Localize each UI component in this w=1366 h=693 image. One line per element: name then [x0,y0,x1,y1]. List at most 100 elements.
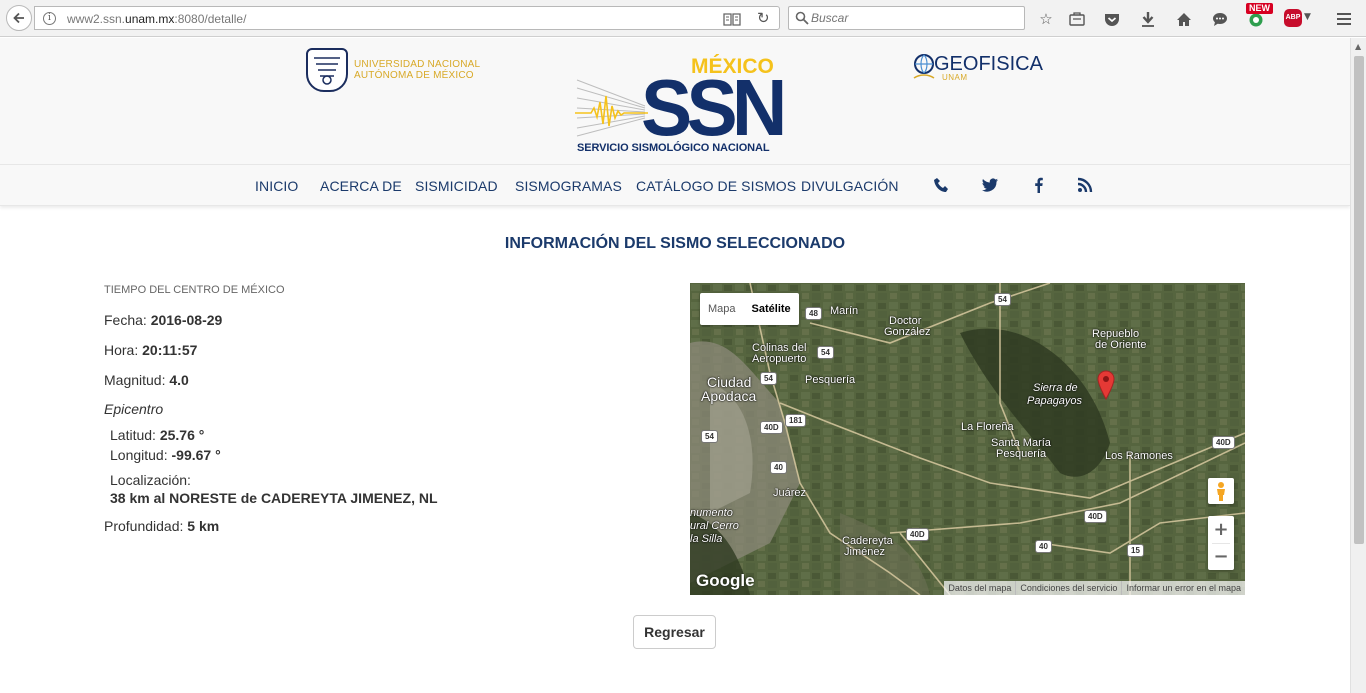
highway-shield: 40D [760,421,783,434]
phone-icon[interactable] [933,176,951,194]
back-button[interactable]: Regresar [633,615,716,649]
highway-shield: 54 [994,293,1011,306]
bookmark-star-icon[interactable]: ☆ [1036,9,1056,29]
geofisica-sub: UNAM [942,73,968,82]
url-text[interactable]: www2.ssn.unam.mx:8080/detalle/ [67,11,246,27]
site-header: UNIVERSIDAD NACIONAL AUTÓNOMA DE MÉXICO … [0,38,1350,164]
rss-icon[interactable] [1076,176,1094,194]
nav-inicio[interactable]: INICIO [255,178,298,194]
fecha-label: Fecha: [104,312,151,328]
localizacion-text: 38 km al NORESTE de CADEREYTA JIMENEZ, N… [110,490,438,506]
nav-catalogo-de-sismos[interactable]: CATÁLOGO DE SISMOS [636,178,796,194]
profundidad-row: Profundidad: 5 km [104,518,219,534]
new-badge: NEW [1246,3,1273,14]
latitud-label: Latitud: [110,427,160,443]
latitud-value: 25.76 ° [159,427,205,443]
map-data-link[interactable]: Datos del mapa [944,581,1015,595]
twitter-icon[interactable] [981,176,999,194]
google-logo[interactable]: Google [696,571,755,591]
report-error-link[interactable]: Informar un error en el mapa [1121,581,1245,595]
main-nav: INICIO ACERCA DE SISMICIDAD SISMOGRAMAS … [0,164,1350,206]
map-type-control: Mapa Satélite [700,293,799,325]
reader-view-icon[interactable] [723,12,741,31]
map-label-marin: Marín [830,305,859,317]
terms-link[interactable]: Condiciones del servicio [1015,581,1121,595]
map-type-mapa[interactable]: Mapa [700,293,744,325]
localizacion-label: Localización: [110,472,191,488]
map-attribution: Datos del mapa Condiciones del servicio … [944,581,1245,595]
menu-hamburger-icon[interactable] [1334,9,1354,29]
highway-shield: 54 [817,346,834,359]
chat-icon[interactable] [1210,9,1230,29]
adblock-plus-icon[interactable]: ABP [1284,9,1302,27]
address-bar[interactable]: i www2.ssn.unam.mx:8080/detalle/ ↻ [34,6,780,30]
home-icon[interactable] [1174,9,1194,29]
hora-label: Hora: [104,342,143,358]
fecha-row: Fecha: 2016-08-29 [104,312,222,328]
map-pin-icon[interactable] [1097,370,1115,400]
epicenter-map[interactable]: Mapa Satélite Marín Doctor González Repu… [690,283,1245,595]
highway-shield: 40D [1212,436,1235,449]
map-label-repueblo-2: de Oriente [1095,339,1147,351]
unam-shield-icon [306,48,348,92]
longitud-label: Longitud: [110,447,172,463]
map-label-sierra-2: Papagayos [1027,395,1083,407]
map-label-santa-maria-2: Pesquería [996,448,1047,460]
localizacion-value: 38 km al NORESTE de CADEREYTA JIMENEZ, N… [110,490,438,506]
unam-name-line1: UNIVERSIDAD NACIONAL [354,59,481,70]
download-icon[interactable] [1138,9,1158,29]
map-type-satelite[interactable]: Satélite [744,293,799,325]
search-input[interactable] [811,9,1011,27]
scrollbar-thumb[interactable] [1354,56,1364,544]
page-scrollbar[interactable]: ▲ [1350,38,1366,693]
zoom-control: + − [1208,516,1234,570]
street-view-pegman-icon[interactable] [1208,478,1234,504]
map-label-cadereyta-2: Jiménez [844,546,885,558]
seismogram-icon [575,79,648,137]
profundidad-value: 5 km [187,518,220,534]
facebook-icon[interactable] [1030,176,1048,194]
ssn-full-name: SERVICIO SISMOLÓGICO NACIONAL [577,142,770,154]
site-info-icon[interactable]: i [43,12,56,25]
highway-shield: 40 [770,461,787,474]
highway-shield: 40D [1084,510,1107,523]
map-label-monumento-2: ural Cerro [690,520,739,532]
longitud-value: -99.67 ° [171,447,221,463]
pocket-icon[interactable] [1102,9,1122,29]
zoom-in-button[interactable]: + [1208,516,1234,543]
unam-name: UNIVERSIDAD NACIONAL AUTÓNOMA DE MÉXICO [354,59,480,81]
map-label-sierra-1: Sierra de [1033,382,1078,394]
geofisica-logo[interactable]: GEOFISICA UNAM [912,50,1043,86]
map-label-colinas-2: Aeropuerto [752,353,807,365]
nav-acerca-de[interactable]: ACERCA DE [320,178,402,194]
map-label-la-florena: La Floreña [961,421,1014,433]
map-label-juarez: Juárez [773,487,807,499]
unam-name-line2: AUTÓNOMA DE MÉXICO [354,70,474,81]
map-label-pesqueria: Pesquería [805,374,856,386]
highway-shield: 40D [906,528,929,541]
highway-shield: 40 [1035,540,1052,553]
epicentro-heading: Epicentro [104,401,164,417]
magnitud-row: Magnitud: 4.0 [104,372,189,388]
nav-sismogramas[interactable]: SISMOGRAMAS [515,178,622,194]
zoom-out-button[interactable]: − [1208,543,1234,570]
back-arrow-icon[interactable] [6,5,32,31]
reload-icon[interactable]: ↻ [757,9,770,27]
unam-logo[interactable]: UNIVERSIDAD NACIONAL AUTÓNOMA DE MÉXICO [306,48,481,94]
reading-list-icon[interactable] [1067,9,1087,29]
nav-sismicidad[interactable]: SISMICIDAD [415,178,498,194]
fecha-value: 2016-08-29 [150,312,223,328]
profundidad-label: Profundidad: [104,518,188,534]
highway-shield: 181 [785,414,807,427]
highway-shield: 48 [805,307,822,320]
browser-search-box[interactable] [788,6,1025,30]
map-label-monumento-3: la Silla [690,533,723,545]
ssn-logo[interactable]: MÉXICO SSN SERVICIO SISMOLÓGICO NACIONAL [575,56,787,158]
hora-row: Hora: 20:11:57 [104,342,197,358]
chevron-down-icon[interactable]: ▼ [1304,12,1311,22]
latitud-row: Latitud: 25.76 ° [110,427,204,443]
nav-divulgacion[interactable]: DIVULGACIÓN [801,178,899,194]
map-label-ciudad-apodaca-2: Apodaca [701,388,757,404]
scroll-up-arrow-icon[interactable]: ▲ [1355,42,1361,51]
search-icon [795,11,809,30]
